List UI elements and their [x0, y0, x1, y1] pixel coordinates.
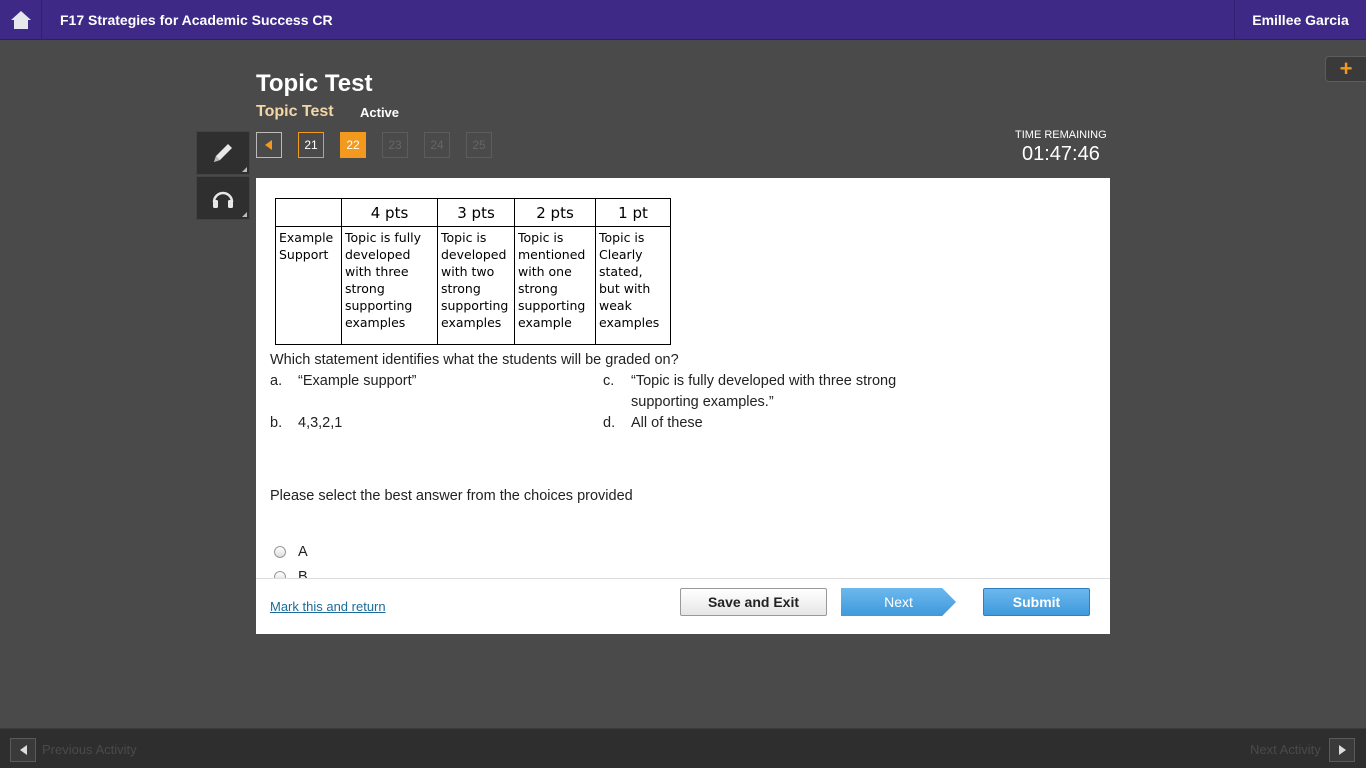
page-subtitle: Topic Test — [256, 103, 334, 120]
question-25-button[interactable]: 25 — [466, 132, 492, 158]
bottom-bar: Previous Activity Next Activity — [0, 728, 1366, 768]
page-title: Topic Test — [256, 70, 373, 97]
caret-left-icon — [265, 140, 272, 150]
rubric-header: 1 pt — [595, 198, 671, 227]
answer-instruction: Please select the best answer from the c… — [270, 488, 633, 504]
text-to-speech-button[interactable] — [196, 176, 250, 220]
radio-button[interactable] — [274, 571, 286, 578]
pencil-tool-button[interactable] — [196, 131, 250, 175]
plus-icon: + — [1339, 56, 1353, 81]
pencil-icon — [214, 144, 232, 162]
headphones-icon — [212, 191, 234, 208]
previous-question-button[interactable] — [256, 132, 282, 158]
choice-letter: d. — [603, 415, 616, 431]
time-remaining-label: TIME REMAINING — [1015, 129, 1107, 141]
next-button[interactable]: Next — [841, 588, 956, 616]
save-and-exit-button[interactable]: Save and Exit — [680, 588, 827, 616]
rubric-cell: Topic is mentioned with one strong suppo… — [514, 226, 596, 345]
answer-option-label: A — [298, 544, 308, 560]
time-remaining-value: 01:47:46 — [1022, 143, 1100, 165]
rubric-row-label: Example Support — [275, 226, 342, 345]
choice-text: 4,3,2,1 — [298, 415, 343, 431]
question-23-button[interactable]: 23 — [382, 132, 408, 158]
choice-text: “Example support” — [298, 373, 417, 389]
home-button[interactable] — [0, 0, 42, 40]
action-bar: Mark this and return Save and Exit Next … — [256, 578, 1110, 634]
question-panel: 4 pts 3 pts 2 pts 1 pt Example Support T… — [256, 178, 1110, 578]
status-label: Active — [360, 105, 400, 120]
submit-button[interactable]: Submit — [983, 588, 1090, 616]
question-text: Which statement identifies what the stud… — [270, 352, 679, 368]
rubric-header-empty — [275, 198, 342, 227]
answer-option-a[interactable]: A — [274, 544, 308, 560]
choice-letter: b. — [270, 415, 283, 431]
course-title[interactable]: F17 Strategies for Academic Success CR — [60, 12, 333, 28]
choice-letter: a. — [270, 373, 283, 389]
radio-button[interactable] — [274, 546, 286, 558]
question-24-button[interactable]: 24 — [424, 132, 450, 158]
plus-button[interactable]: + — [1325, 56, 1366, 82]
choice-text: “Topic is fully developed with three str… — [631, 373, 897, 410]
choice-letter: c. — [603, 373, 615, 389]
choice-text: All of these — [631, 415, 703, 431]
previous-activity-button[interactable] — [10, 738, 36, 762]
rubric-cell: Topic is Clearly stated, but with weak e… — [595, 226, 671, 345]
rubric-table: 4 pts 3 pts 2 pts 1 pt Example Support T… — [275, 198, 671, 345]
rubric-cell: Topic is developed with two strong suppo… — [437, 226, 515, 345]
previous-activity-label[interactable]: Previous Activity — [42, 742, 137, 757]
answer-option-b[interactable]: B — [274, 569, 308, 578]
question-22-button[interactable]: 22 — [340, 132, 366, 158]
rubric-cell: Topic is fully developed with three stro… — [341, 226, 438, 345]
top-bar: F17 Strategies for Academic Success CR E… — [0, 0, 1366, 40]
rubric-header: 3 pts — [437, 198, 515, 227]
user-name[interactable]: Emillee Garcia — [1234, 0, 1366, 40]
question-21-button[interactable]: 21 — [298, 132, 324, 158]
caret-left-icon — [19, 745, 27, 755]
home-icon — [10, 11, 31, 29]
rubric-header: 2 pts — [514, 198, 596, 227]
next-activity-button[interactable] — [1329, 738, 1355, 762]
answer-option-label: B — [298, 569, 308, 578]
next-activity-label[interactable]: Next Activity — [1250, 742, 1321, 757]
mark-and-return-link[interactable]: Mark this and return — [270, 599, 386, 614]
rubric-header: 4 pts — [341, 198, 438, 227]
caret-right-icon — [1338, 745, 1346, 755]
